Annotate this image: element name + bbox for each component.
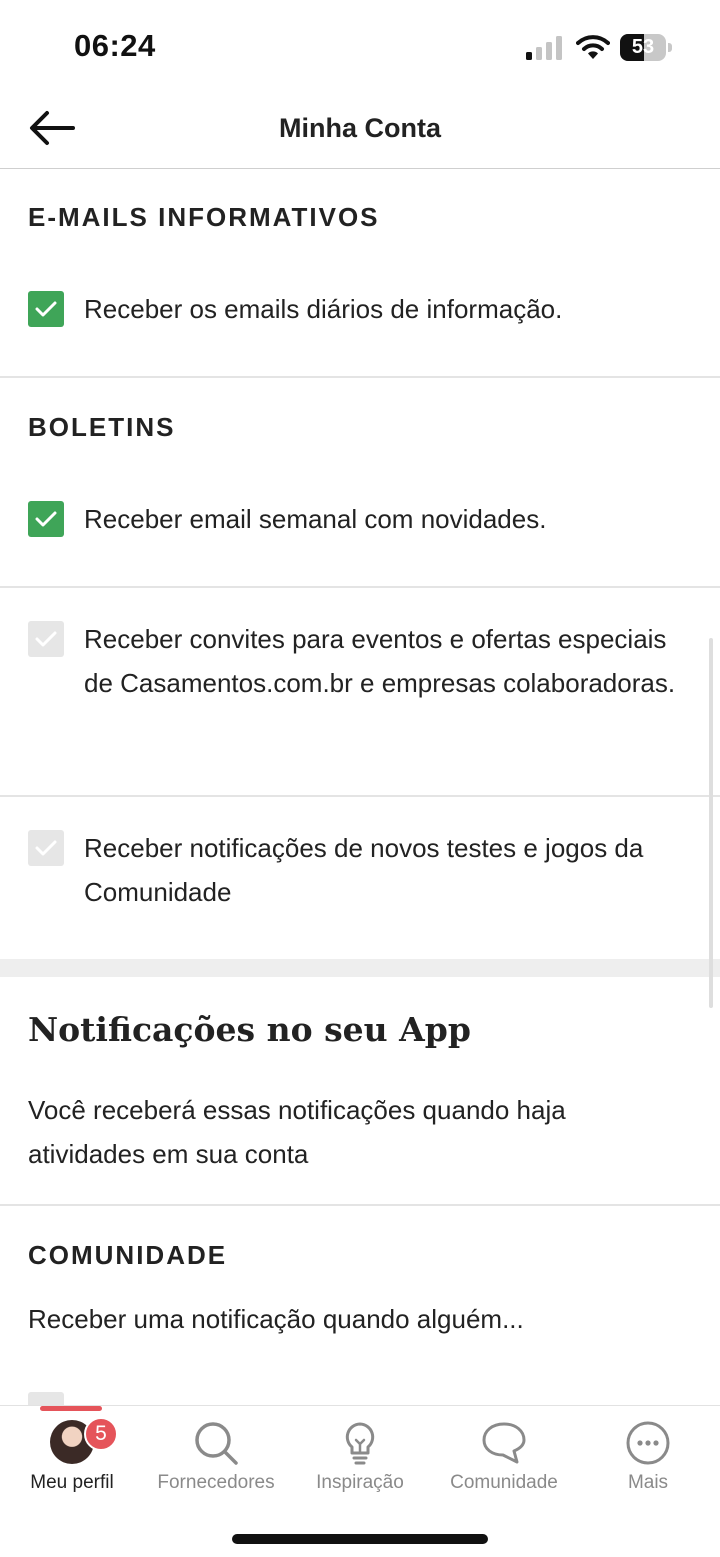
bottom-nav: 5 Meu perfil Fornecedores Inspiração Com… [0, 1405, 720, 1557]
page-title: Minha Conta [279, 113, 441, 143]
nav-label: Comunidade [450, 1472, 558, 1493]
checkbox-partial[interactable] [28, 1392, 64, 1405]
settings-content[interactable]: E-MAILS INFORMATIVOS Receber os emails d… [0, 170, 720, 1405]
lightbulb-icon [345, 1422, 375, 1465]
nav-item-inspiracao[interactable]: Inspiração [288, 1406, 432, 1516]
section-separator [0, 959, 720, 977]
checkbox-daily-emails[interactable] [28, 291, 64, 327]
checkbox-weekly-email[interactable] [28, 501, 64, 537]
divider [0, 795, 720, 797]
home-indicator[interactable] [232, 1534, 488, 1544]
app-notifications-title: Notificações no seu App [28, 1010, 471, 1049]
nav-item-mais[interactable]: Mais [576, 1406, 720, 1516]
more-icon [626, 1421, 670, 1465]
checkbox-label: Receber convites para eventos e ofertas … [84, 624, 676, 698]
section-heading-informativos: E-MAILS INFORMATIVOS [28, 202, 380, 232]
checkmark-icon [35, 840, 57, 856]
divider [0, 376, 720, 378]
app-header: Minha Conta [0, 96, 720, 169]
status-time: 06:24 [74, 28, 156, 63]
notification-badge: 5 [84, 1417, 118, 1451]
chat-bubble-icon [482, 1422, 526, 1464]
checkbox-label: Receber os emails diários de informação. [84, 294, 563, 324]
battery-icon: 53 [620, 34, 672, 61]
checkmark-icon [35, 631, 57, 647]
battery-level: 53 [631, 36, 655, 58]
checkbox-label: Receber notificações de novos testes e j… [84, 833, 644, 907]
wifi-icon [576, 35, 610, 59]
nav-item-comunidade[interactable]: Comunidade [432, 1406, 576, 1516]
checkbox-label: Receber email semanal com novidades. [84, 504, 547, 534]
nav-label: Inspiração [316, 1472, 404, 1493]
section-heading-boletins: BOLETINS [28, 412, 176, 442]
divider [0, 1204, 720, 1206]
checkmark-icon [35, 511, 57, 527]
scrollbar[interactable] [709, 638, 713, 1008]
signal-icon [526, 36, 562, 60]
checkbox-community-games[interactable] [28, 830, 64, 866]
status-bar: 06:24 53 [0, 0, 720, 96]
nav-label: Mais [627, 1472, 669, 1493]
nav-label: Fornecedores [157, 1472, 275, 1493]
nav-item-profile[interactable]: 5 Meu perfil [0, 1406, 144, 1516]
nav-label: Meu perfil [30, 1472, 114, 1493]
section-heading-comunidade: COMUNIDADE [28, 1240, 228, 1270]
nav-item-fornecedores[interactable]: Fornecedores [144, 1406, 288, 1516]
checkbox-event-invites[interactable] [28, 621, 64, 657]
search-icon [195, 1422, 238, 1465]
divider [0, 586, 720, 588]
app-notifications-description: Você receberá essas notificações quando … [28, 1095, 566, 1169]
checkmark-icon [35, 301, 57, 317]
comunidade-description: Receber uma notificação quando alguém... [28, 1304, 524, 1334]
active-indicator [40, 1406, 102, 1411]
